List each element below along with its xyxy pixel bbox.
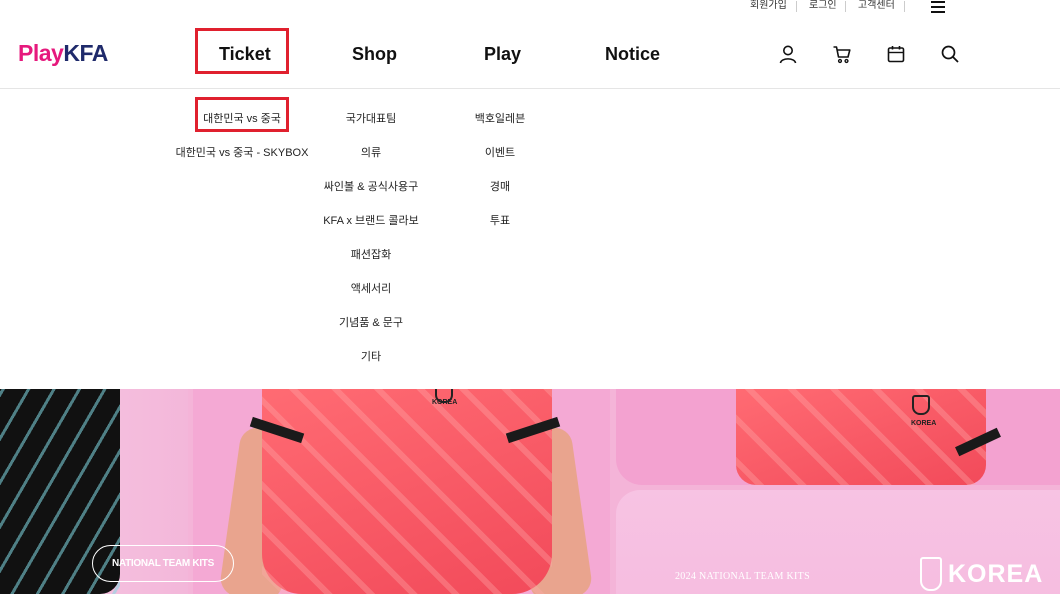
- shop-item-etc[interactable]: 기타: [361, 348, 381, 364]
- red-home-jersey-image: [736, 389, 986, 485]
- cart-icon[interactable]: [832, 44, 852, 64]
- crest-icon: [912, 395, 930, 415]
- user-icon[interactable]: [778, 44, 798, 64]
- calendar-icon[interactable]: [886, 44, 906, 64]
- search-icon[interactable]: [940, 44, 960, 64]
- shop-item-apparel[interactable]: 의류: [361, 144, 381, 160]
- site-logo[interactable]: PlayKFA: [18, 40, 108, 67]
- national-team-kits-button[interactable]: NATIONAL TEAM KITS: [92, 545, 234, 582]
- divider: [904, 1, 905, 12]
- highlight-box: [195, 97, 289, 132]
- red-home-jersey-image: [262, 389, 552, 594]
- play-item-auction[interactable]: 경매: [490, 178, 510, 194]
- support-link[interactable]: 고객센터: [858, 0, 895, 12]
- highlight-box: [195, 28, 289, 74]
- play-item-event[interactable]: 이벤트: [485, 144, 515, 160]
- hamburger-menu-icon[interactable]: [931, 1, 945, 13]
- login-link[interactable]: 로그인: [809, 0, 837, 12]
- shop-item-fashion-goods[interactable]: 패션잡화: [351, 246, 391, 262]
- dropdown-menu: [0, 89, 1060, 389]
- kits-caption: 2024 NATIONAL TEAM KITS: [675, 571, 810, 582]
- korea-crest-icon: [920, 557, 942, 591]
- nav-play[interactable]: Play: [484, 44, 521, 65]
- nav-shop[interactable]: Shop: [352, 44, 397, 65]
- shop-item-national-team[interactable]: 국가대표팀: [346, 110, 397, 126]
- signup-link[interactable]: 회원가입: [750, 0, 787, 12]
- logo-kfa: KFA: [63, 40, 108, 66]
- divider: [796, 1, 797, 12]
- shop-item-signed-ball[interactable]: 싸인볼 & 공식사용구: [324, 178, 418, 194]
- hero-banner[interactable]: KOREA KOREA NATIONAL TEAM KITS 2024 NATI…: [0, 389, 1060, 594]
- divider: [845, 1, 846, 12]
- shop-item-brand-collab[interactable]: KFA x 브랜드 콜라보: [323, 212, 419, 228]
- korea-wordmark: KOREA: [948, 559, 1044, 588]
- play-item-vote[interactable]: 투표: [490, 212, 510, 228]
- korea-logo: KOREA: [920, 557, 1043, 591]
- play-item-baekho-eleven[interactable]: 백호일레븐: [475, 110, 526, 126]
- crest-label: KOREA: [432, 399, 458, 406]
- logo-play: Play: [18, 40, 64, 66]
- crest-label: KOREA: [911, 420, 937, 427]
- shop-item-accessories[interactable]: 액세서리: [351, 280, 391, 296]
- ticket-item-skybox[interactable]: 대한민국 vs 중국 - SKYBOX: [176, 144, 309, 160]
- nav-notice[interactable]: Notice: [605, 44, 660, 65]
- shop-item-souvenirs[interactable]: 기념품 & 문구: [339, 314, 403, 330]
